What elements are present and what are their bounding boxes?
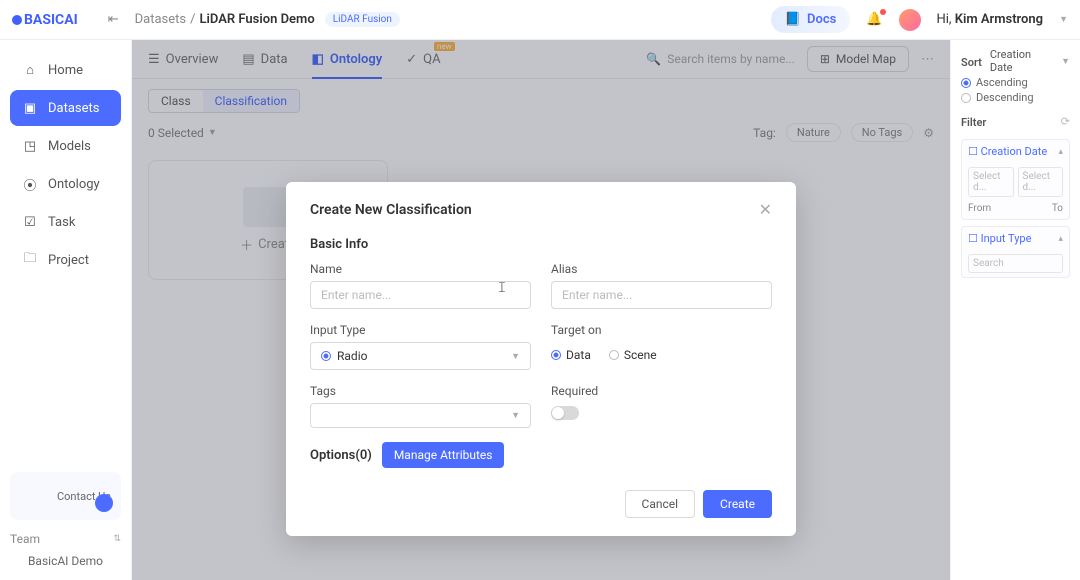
calendar-icon: ☐ bbox=[968, 145, 981, 158]
chevron-down-icon: ▼ bbox=[511, 351, 520, 362]
task-icon: ☑ bbox=[22, 214, 38, 230]
contact-us-card[interactable]: Contact Us bbox=[10, 472, 121, 520]
modal-title: Create New Classification bbox=[310, 202, 472, 218]
close-icon[interactable]: ✕ bbox=[759, 200, 772, 219]
section-basic-info: Basic Info bbox=[310, 237, 772, 252]
sidebar-item-label: Task bbox=[48, 215, 75, 230]
filter-reset-icon[interactable]: ⟳ bbox=[1061, 115, 1070, 128]
sidebar-item-models[interactable]: ◳ Models bbox=[10, 128, 121, 164]
sidebar-item-label: Project bbox=[48, 253, 89, 268]
date-from-input[interactable]: Select d... bbox=[968, 167, 1014, 197]
filter-input-type-header[interactable]: ☐ Input Type▴ bbox=[962, 227, 1069, 250]
models-icon: ◳ bbox=[22, 138, 38, 154]
tags-label: Tags bbox=[310, 384, 531, 398]
name-label: Name bbox=[310, 262, 531, 276]
sidebar-item-label: Home bbox=[48, 63, 83, 78]
greeting: Hi, Kim Armstrong bbox=[937, 12, 1044, 27]
notifications-icon[interactable]: 🔔 bbox=[866, 12, 882, 27]
target-scene-radio[interactable]: Scene bbox=[609, 348, 657, 362]
team-selector[interactable]: Team⇅ bbox=[10, 532, 121, 546]
home-icon: ⌂ bbox=[22, 62, 38, 78]
docs-icon: 📘 bbox=[785, 12, 801, 27]
options-count: Options(0) bbox=[310, 448, 372, 463]
chevron-up-icon: ▴ bbox=[1058, 234, 1063, 244]
required-toggle[interactable] bbox=[551, 406, 579, 420]
ontology-icon: ⦿ bbox=[22, 176, 38, 192]
alias-input[interactable] bbox=[551, 281, 772, 309]
breadcrumb: Datasets / LiDAR Fusion Demo LiDAR Fusio… bbox=[135, 12, 400, 27]
input-type-search[interactable]: Search bbox=[968, 254, 1063, 273]
chevron-up-icon: ▴ bbox=[1058, 147, 1063, 157]
sidebar-item-home[interactable]: ⌂ Home bbox=[10, 52, 121, 88]
target-on-label: Target on bbox=[551, 323, 772, 337]
sidebar-item-label: Datasets bbox=[48, 101, 100, 116]
filter-creation-date-header[interactable]: ☐ Creation Date▴ bbox=[962, 140, 1069, 163]
input-type-icon: ☐ bbox=[968, 232, 981, 245]
breadcrumb-root[interactable]: Datasets bbox=[135, 12, 187, 27]
input-type-label: Input Type bbox=[310, 323, 531, 337]
tags-select[interactable]: ▼ bbox=[310, 403, 531, 428]
sidebar-item-label: Models bbox=[48, 139, 91, 154]
chevron-down-icon: ▼ bbox=[511, 410, 520, 421]
datasets-icon: ▣ bbox=[22, 100, 38, 116]
input-type-select[interactable]: Radio ▼ bbox=[310, 342, 531, 370]
create-classification-modal: Create New Classification ✕ Basic Info N… bbox=[286, 182, 796, 536]
sidebar-item-ontology[interactable]: ⦿ Ontology bbox=[10, 166, 121, 202]
chat-icon bbox=[95, 494, 113, 512]
sidebar-item-datasets[interactable]: ▣ Datasets bbox=[10, 90, 121, 126]
sort-descending[interactable]: Descending bbox=[961, 91, 1070, 104]
filter-label: Filter bbox=[961, 116, 986, 129]
sort-field[interactable]: Creation Date bbox=[990, 48, 1053, 74]
target-data-radio[interactable]: Data bbox=[551, 348, 591, 362]
date-to-input[interactable]: Select d... bbox=[1018, 167, 1064, 197]
sidebar-item-task[interactable]: ☑ Task bbox=[10, 204, 121, 240]
chevron-down-icon[interactable]: ▼ bbox=[1061, 56, 1070, 67]
sort-ascending[interactable]: Ascending bbox=[961, 76, 1070, 89]
dataset-type-pill: LiDAR Fusion bbox=[325, 12, 400, 27]
user-menu-chevron-icon[interactable]: ▼ bbox=[1059, 14, 1068, 25]
manage-attributes-button[interactable]: Manage Attributes bbox=[382, 442, 505, 468]
brand-logo[interactable]: BASICAI bbox=[12, 12, 78, 28]
sidebar-item-label: Ontology bbox=[48, 177, 100, 192]
modal-overlay: Create New Classification ✕ Basic Info N… bbox=[132, 40, 950, 580]
team-chevron-icon: ⇅ bbox=[113, 534, 121, 544]
cancel-button[interactable]: Cancel bbox=[625, 490, 696, 518]
collapse-icon[interactable]: ⇤ bbox=[108, 12, 119, 27]
team-name: BasicAI Demo bbox=[10, 554, 121, 568]
docs-button[interactable]: 📘 Docs bbox=[771, 6, 850, 33]
avatar[interactable] bbox=[899, 9, 921, 31]
breadcrumb-current: LiDAR Fusion Demo bbox=[200, 12, 315, 27]
alias-label: Alias bbox=[551, 262, 772, 276]
radio-type-icon bbox=[321, 351, 331, 361]
create-button[interactable]: Create bbox=[703, 490, 772, 518]
project-icon: 🗀 bbox=[22, 252, 38, 268]
required-label: Required bbox=[551, 384, 772, 398]
name-input[interactable] bbox=[310, 281, 531, 309]
sort-label: Sort bbox=[961, 56, 982, 69]
sidebar-item-project[interactable]: 🗀 Project bbox=[10, 242, 121, 278]
